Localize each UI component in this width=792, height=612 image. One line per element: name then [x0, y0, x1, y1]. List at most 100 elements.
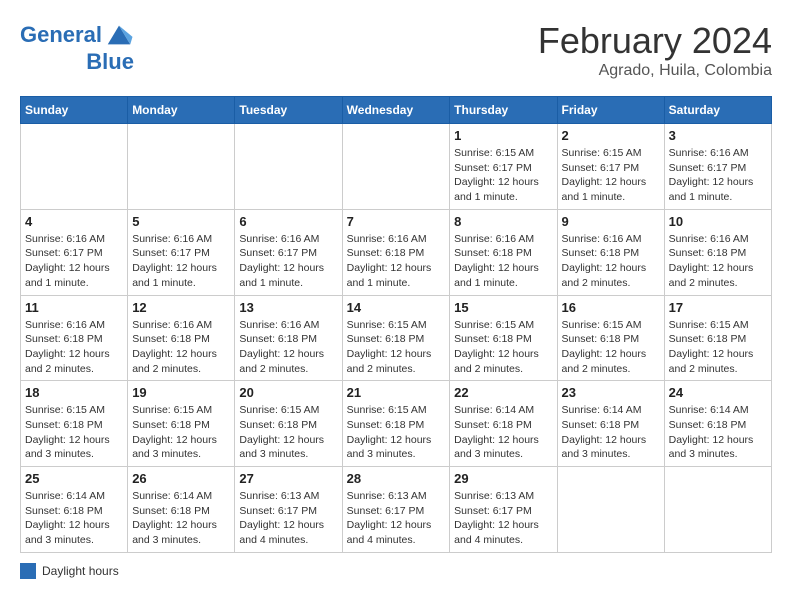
day-number: 27 — [239, 471, 337, 486]
logo-blue-text: Blue — [86, 50, 134, 74]
calendar-cell: 11 Sunrise: 6:16 AMSunset: 6:18 PMDayligh… — [21, 295, 128, 381]
calendar-cell: 27 Sunrise: 6:13 AMSunset: 6:17 PMDayligh… — [235, 467, 342, 553]
calendar-header-row: SundayMondayTuesdayWednesdayThursdayFrid… — [21, 97, 772, 124]
calendar-cell: 13Sunrise: 6:16 AMSunset: 6:18 PMDayligh… — [235, 295, 342, 381]
calendar-cell: 21 Sunrise: 6:15 AMSunset: 6:18 PMDayligh… — [342, 381, 450, 467]
month-title: February 2024 — [538, 20, 772, 62]
calendar-cell: 2 Sunrise: 6:15 AMSunset: 6:17 PMDaylight… — [557, 124, 664, 210]
calendar-cell: 17 Sunrise: 6:15 AMSunset: 6:18 PMDayligh… — [664, 295, 771, 381]
calendar-cell: 16Sunrise: 6:15 AMSunset: 6:18 PMDayligh… — [557, 295, 664, 381]
day-info: Sunrise: 6:15 AMSunset: 6:18 PMDaylight:… — [239, 403, 337, 462]
calendar-cell: 9Sunrise: 6:16 AMSunset: 6:18 PMDaylight… — [557, 209, 664, 295]
calendar-cell: 28Sunrise: 6:13 AMSunset: 6:17 PMDayligh… — [342, 467, 450, 553]
calendar-cell: 14 Sunrise: 6:15 AMSunset: 6:18 PMDayligh… — [342, 295, 450, 381]
day-info: Sunrise: 6:15 AMSunset: 6:18 PMDaylight:… — [347, 318, 446, 377]
calendar-header-thursday: Thursday — [450, 97, 557, 124]
day-number: 3 — [669, 128, 767, 143]
day-number: 14 — [347, 300, 446, 315]
day-info: Sunrise: 6:15 AMSunset: 6:17 PMDaylight:… — [454, 146, 552, 205]
day-number: 26 — [132, 471, 230, 486]
legend-label: Daylight hours — [42, 564, 119, 578]
day-info: Sunrise: 6:15 AMSunset: 6:18 PMDaylight:… — [454, 318, 552, 377]
day-info: Sunrise: 6:15 AMSunset: 6:18 PMDaylight:… — [25, 403, 123, 462]
logo: General Blue — [20, 20, 134, 74]
day-number: 16 — [562, 300, 660, 315]
day-info: Sunrise: 6:14 AMSunset: 6:18 PMDaylight:… — [25, 489, 123, 548]
day-info: Sunrise: 6:14 AMSunset: 6:18 PMDaylight:… — [562, 403, 660, 462]
calendar-week-3: 11 Sunrise: 6:16 AMSunset: 6:18 PMDayligh… — [21, 295, 772, 381]
day-info: Sunrise: 6:16 AMSunset: 6:18 PMDaylight:… — [669, 232, 767, 291]
day-info: Sunrise: 6:16 AMSunset: 6:18 PMDaylight:… — [454, 232, 552, 291]
calendar-cell: 18Sunrise: 6:15 AMSunset: 6:18 PMDayligh… — [21, 381, 128, 467]
day-info: Sunrise: 6:15 AMSunset: 6:18 PMDaylight:… — [347, 403, 446, 462]
day-number: 7 — [347, 214, 446, 229]
calendar-cell: 4Sunrise: 6:16 AMSunset: 6:17 PMDaylight… — [21, 209, 128, 295]
day-info: Sunrise: 6:16 AMSunset: 6:17 PMDaylight:… — [25, 232, 123, 291]
calendar-header-friday: Friday — [557, 97, 664, 124]
day-number: 12 — [132, 300, 230, 315]
day-number: 22 — [454, 385, 552, 400]
day-number: 9 — [562, 214, 660, 229]
day-number: 24 — [669, 385, 767, 400]
calendar-cell — [557, 467, 664, 553]
day-info: Sunrise: 6:14 AMSunset: 6:18 PMDaylight:… — [454, 403, 552, 462]
day-info: Sunrise: 6:15 AMSunset: 6:18 PMDaylight:… — [132, 403, 230, 462]
calendar-cell: 29 Sunrise: 6:13 AMSunset: 6:17 PMDayligh… — [450, 467, 557, 553]
calendar-cell: 12 Sunrise: 6:16 AMSunset: 6:18 PMDayligh… — [128, 295, 235, 381]
calendar-cell: 26Sunrise: 6:14 AMSunset: 6:18 PMDayligh… — [128, 467, 235, 553]
day-info: Sunrise: 6:16 AMSunset: 6:17 PMDaylight:… — [669, 146, 767, 205]
calendar-cell: 3 Sunrise: 6:16 AMSunset: 6:17 PMDaylight… — [664, 124, 771, 210]
calendar-header-tuesday: Tuesday — [235, 97, 342, 124]
calendar-week-2: 4Sunrise: 6:16 AMSunset: 6:17 PMDaylight… — [21, 209, 772, 295]
calendar-cell — [21, 124, 128, 210]
day-info: Sunrise: 6:15 AMSunset: 6:17 PMDaylight:… — [562, 146, 660, 205]
calendar-header-monday: Monday — [128, 97, 235, 124]
calendar-cell: 15 Sunrise: 6:15 AMSunset: 6:18 PMDayligh… — [450, 295, 557, 381]
calendar-cell — [128, 124, 235, 210]
calendar-cell: 5 Sunrise: 6:16 AMSunset: 6:17 PMDaylight… — [128, 209, 235, 295]
day-info: Sunrise: 6:16 AMSunset: 6:18 PMDaylight:… — [25, 318, 123, 377]
day-number: 6 — [239, 214, 337, 229]
day-number: 19 — [132, 385, 230, 400]
legend-box — [20, 563, 36, 579]
day-number: 17 — [669, 300, 767, 315]
calendar-cell: 10 Sunrise: 6:16 AMSunset: 6:18 PMDayligh… — [664, 209, 771, 295]
day-number: 1 — [454, 128, 552, 143]
day-number: 11 — [25, 300, 123, 315]
calendar-cell: 19 Sunrise: 6:15 AMSunset: 6:18 PMDayligh… — [128, 381, 235, 467]
day-info: Sunrise: 6:16 AMSunset: 6:17 PMDaylight:… — [132, 232, 230, 291]
calendar-cell: 22 Sunrise: 6:14 AMSunset: 6:18 PMDayligh… — [450, 381, 557, 467]
day-number: 2 — [562, 128, 660, 143]
day-info: Sunrise: 6:16 AMSunset: 6:18 PMDaylight:… — [132, 318, 230, 377]
calendar-cell: 1 Sunrise: 6:15 AMSunset: 6:17 PMDaylight… — [450, 124, 557, 210]
day-number: 21 — [347, 385, 446, 400]
calendar-cell: 23 Sunrise: 6:14 AMSunset: 6:18 PMDayligh… — [557, 381, 664, 467]
day-info: Sunrise: 6:13 AMSunset: 6:17 PMDaylight:… — [454, 489, 552, 548]
calendar-week-4: 18Sunrise: 6:15 AMSunset: 6:18 PMDayligh… — [21, 381, 772, 467]
day-number: 15 — [454, 300, 552, 315]
day-info: Sunrise: 6:14 AMSunset: 6:18 PMDaylight:… — [669, 403, 767, 462]
day-info: Sunrise: 6:13 AMSunset: 6:17 PMDaylight:… — [347, 489, 446, 548]
calendar-week-5: 25 Sunrise: 6:14 AMSunset: 6:18 PMDayligh… — [21, 467, 772, 553]
calendar-cell — [342, 124, 450, 210]
day-number: 10 — [669, 214, 767, 229]
day-number: 5 — [132, 214, 230, 229]
day-number: 13 — [239, 300, 337, 315]
title-block: February 2024 Agrado, Huila, Colombia — [538, 20, 772, 80]
logo-icon — [104, 20, 134, 50]
day-info: Sunrise: 6:15 AMSunset: 6:18 PMDaylight:… — [669, 318, 767, 377]
page-header: General Blue February 2024 Agrado, Huila… — [20, 20, 772, 80]
calendar-header-wednesday: Wednesday — [342, 97, 450, 124]
calendar-header-sunday: Sunday — [21, 97, 128, 124]
calendar-cell: 24 Sunrise: 6:14 AMSunset: 6:18 PMDayligh… — [664, 381, 771, 467]
day-number: 29 — [454, 471, 552, 486]
day-number: 25 — [25, 471, 123, 486]
calendar-cell — [664, 467, 771, 553]
day-number: 23 — [562, 385, 660, 400]
logo-text: General — [20, 23, 102, 47]
calendar-header-saturday: Saturday — [664, 97, 771, 124]
calendar-cell: 25 Sunrise: 6:14 AMSunset: 6:18 PMDayligh… — [21, 467, 128, 553]
day-number: 20 — [239, 385, 337, 400]
legend: Daylight hours — [20, 563, 772, 579]
day-info: Sunrise: 6:13 AMSunset: 6:17 PMDaylight:… — [239, 489, 337, 548]
